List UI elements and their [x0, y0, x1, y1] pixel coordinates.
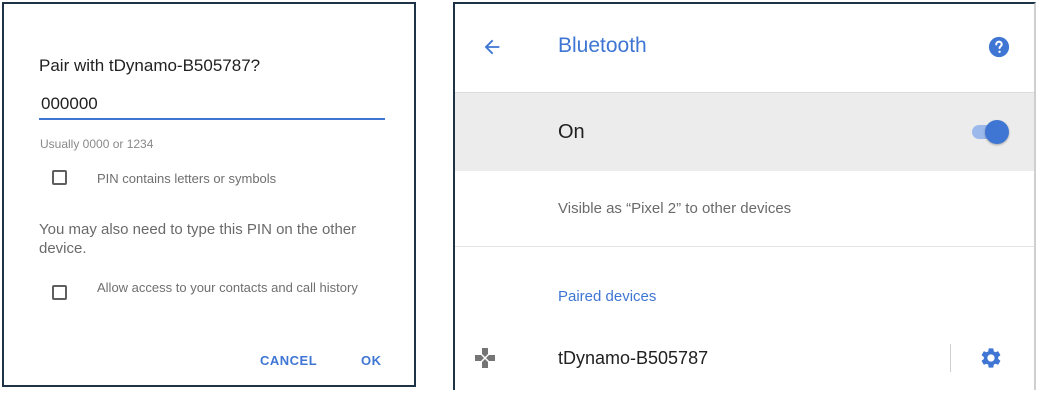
- pin-note: You may also need to type this PIN on th…: [39, 221, 357, 257]
- visibility-text: Visible as “Pixel 2” to other devices: [558, 200, 792, 217]
- cancel-button[interactable]: CANCEL: [260, 353, 317, 368]
- switch-thumb: [985, 120, 1009, 144]
- contacts-access-checkbox[interactable]: [52, 285, 67, 300]
- pin-input[interactable]: [39, 92, 385, 120]
- gamepad-icon: [475, 348, 495, 368]
- pin-hint: Usually 0000 or 1234: [40, 137, 154, 151]
- contacts-access-checkbox-label[interactable]: Allow access to your contacts and call h…: [97, 280, 377, 295]
- page-title: Bluetooth: [558, 34, 647, 57]
- bluetooth-switch[interactable]: [972, 120, 1009, 144]
- gear-icon[interactable]: [979, 346, 1003, 370]
- ok-button[interactable]: OK: [361, 353, 382, 368]
- arrow-back-icon[interactable]: [481, 36, 503, 58]
- device-name: tDynamo-B505787: [558, 348, 709, 368]
- pin-letters-checkbox[interactable]: [52, 170, 67, 185]
- bluetooth-settings-screen: Bluetooth On Visible as “Pixel 2” to oth…: [453, 2, 1036, 390]
- pairing-dialog: Pair with tDynamo-B505787? Usually 0000 …: [2, 2, 416, 387]
- dialog-title: Pair with tDynamo-B505787?: [39, 56, 261, 75]
- paired-devices-header: Paired devices: [558, 288, 657, 305]
- paired-device-row[interactable]: tDynamo-B505787: [455, 326, 1034, 390]
- toggle-label: On: [558, 121, 585, 143]
- help-icon[interactable]: [988, 36, 1010, 58]
- divider: [950, 344, 951, 372]
- toolbar: Bluetooth: [455, 4, 1034, 93]
- visibility-row: Visible as “Pixel 2” to other devices: [455, 172, 1034, 247]
- pin-letters-checkbox-label[interactable]: PIN contains letters or symbols: [97, 171, 276, 186]
- bluetooth-toggle-row[interactable]: On: [455, 93, 1034, 171]
